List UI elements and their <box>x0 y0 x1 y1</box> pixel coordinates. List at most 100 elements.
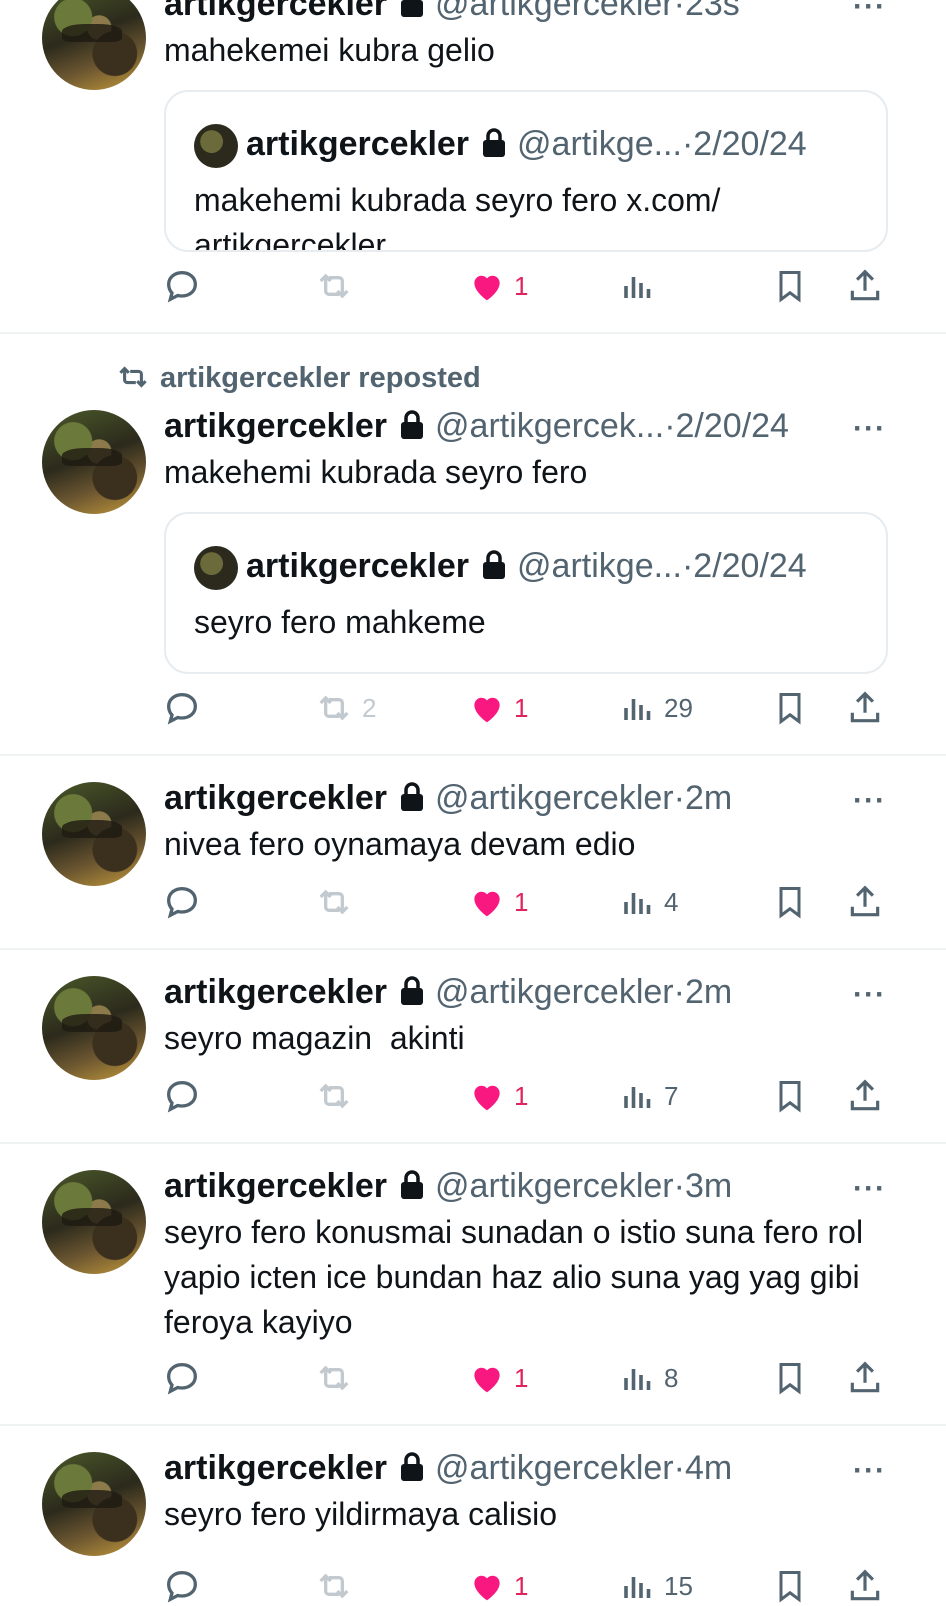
reply-icon <box>166 1362 198 1395</box>
tweet-header: artikgercekler @artikgercekler·3m <box>164 1164 732 1208</box>
avatar[interactable] <box>42 0 146 90</box>
author-name[interactable]: artikgercekler <box>164 779 387 817</box>
reply-button[interactable] <box>162 882 202 922</box>
quoted-tweet[interactable]: artikgercekler @artikge...·2/20/24 makehe… <box>164 90 888 252</box>
bookmark-button[interactable] <box>772 1566 808 1606</box>
share-icon <box>850 885 880 917</box>
like-count: 1 <box>514 1570 529 1601</box>
like-button[interactable]: 1 <box>468 266 528 306</box>
bookmark-button[interactable] <box>772 266 808 306</box>
author-handle[interactable]: @artikgercekler <box>435 1449 674 1487</box>
views-icon <box>624 1577 651 1598</box>
bookmark-button[interactable] <box>772 882 808 922</box>
share-button[interactable] <box>846 1076 884 1116</box>
avatar[interactable] <box>42 1170 146 1274</box>
repost-indicator[interactable]: artikgercekler reposted <box>116 358 481 398</box>
more-icon[interactable]: ··· <box>853 786 886 816</box>
quoted-header: artikgercekler @artikge...·2/20/24 <box>246 122 807 166</box>
bookmark-button[interactable] <box>772 688 808 728</box>
lock-icon <box>401 1452 424 1482</box>
reply-icon <box>166 1080 198 1113</box>
timestamp[interactable]: 2m <box>685 779 732 817</box>
lock-icon <box>483 550 506 580</box>
action-bar: 2 1 29 <box>0 688 946 728</box>
views-button[interactable]: 8 <box>620 1358 678 1398</box>
reply-button[interactable] <box>162 688 202 728</box>
author-name[interactable]: artikgercekler <box>164 0 387 23</box>
more-icon[interactable]: ··· <box>853 1174 886 1204</box>
views-button[interactable]: 29 <box>620 688 693 728</box>
more-icon[interactable]: ··· <box>853 414 886 444</box>
more-icon[interactable]: ··· <box>853 980 886 1010</box>
action-bar: 1 4 <box>0 882 946 922</box>
retweet-button[interactable] <box>314 1358 362 1398</box>
avatar[interactable] <box>42 782 146 886</box>
tweet-header: artikgercekler @artikgercekler·2m <box>164 970 732 1014</box>
retweet-button[interactable] <box>314 1076 362 1116</box>
heart-icon <box>474 697 500 723</box>
author-name[interactable]: artikgercekler <box>164 407 387 445</box>
retweet-button[interactable] <box>314 1566 362 1606</box>
like-count: 1 <box>514 1362 529 1393</box>
share-button[interactable] <box>846 1566 884 1606</box>
separator: · <box>681 125 694 163</box>
like-button[interactable]: 1 <box>468 1358 528 1398</box>
author-name[interactable]: artikgercekler <box>164 1449 387 1487</box>
views-button[interactable]: 15 <box>620 1566 693 1606</box>
more-icon[interactable]: ··· <box>853 1456 886 1486</box>
reply-button[interactable] <box>162 1566 202 1606</box>
timestamp[interactable]: 4m <box>685 1449 732 1487</box>
retweet-button[interactable] <box>314 266 362 306</box>
bookmark-button[interactable] <box>772 1358 808 1398</box>
timestamp[interactable]: 3m <box>685 1167 732 1205</box>
separator: · <box>673 973 685 1011</box>
bookmark-button[interactable] <box>772 1076 808 1116</box>
author-handle[interactable]: @artikgercekler <box>435 0 674 23</box>
like-button[interactable]: 1 <box>468 688 528 728</box>
reply-icon <box>166 886 198 919</box>
quoted-tweet[interactable]: artikgercekler @artikge...·2/20/24 seyro … <box>164 512 888 674</box>
action-bar: 1 <box>0 266 946 306</box>
share-button[interactable] <box>846 266 884 306</box>
avatar <box>194 124 238 168</box>
author-handle[interactable]: @artikgercekler <box>435 779 674 817</box>
avatar[interactable] <box>42 410 146 514</box>
author-name[interactable]: artikgercekler <box>164 973 387 1011</box>
avatar <box>194 546 238 590</box>
author-handle[interactable]: @artikgercekler <box>435 1167 674 1205</box>
share-button[interactable] <box>846 688 884 728</box>
views-count: 8 <box>664 1362 679 1393</box>
views-button[interactable]: 7 <box>620 1076 678 1116</box>
views-button[interactable]: 4 <box>620 882 678 922</box>
more-icon[interactable]: ··· <box>853 0 886 22</box>
share-button[interactable] <box>846 882 884 922</box>
reply-button[interactable] <box>162 1358 202 1398</box>
retweet-icon <box>319 695 349 721</box>
like-button[interactable]: 1 <box>468 1076 528 1116</box>
separator: · <box>673 1167 685 1205</box>
author-handle[interactable]: @artikgercek... <box>435 407 664 445</box>
author-handle[interactable]: @artikgercekler <box>435 973 674 1011</box>
avatar[interactable] <box>42 1452 146 1556</box>
tweet-text: nivea fero oynamaya devam edio <box>164 826 636 862</box>
avatar[interactable] <box>42 976 146 1080</box>
retweet-button[interactable] <box>314 882 362 922</box>
reply-button[interactable] <box>162 266 202 306</box>
timestamp[interactable]: 23s <box>685 0 740 23</box>
reply-button[interactable] <box>162 1076 202 1116</box>
timestamp[interactable]: 2m <box>685 973 732 1011</box>
retweet-button[interactable]: 2 <box>314 688 376 728</box>
lock-icon <box>401 782 424 812</box>
bookmark-icon <box>779 271 801 303</box>
heart-icon <box>474 1085 500 1111</box>
reply-icon <box>166 270 198 303</box>
separator: · <box>673 1449 685 1487</box>
share-button[interactable] <box>846 1358 884 1398</box>
like-button[interactable]: 1 <box>468 1566 528 1606</box>
divider <box>0 754 946 756</box>
views-button[interactable] <box>620 266 664 306</box>
author-name[interactable]: artikgercekler <box>164 1167 387 1205</box>
like-button[interactable]: 1 <box>468 882 528 922</box>
timestamp[interactable]: 2/20/24 <box>676 407 789 445</box>
author-handle: @artikge... <box>517 125 682 163</box>
